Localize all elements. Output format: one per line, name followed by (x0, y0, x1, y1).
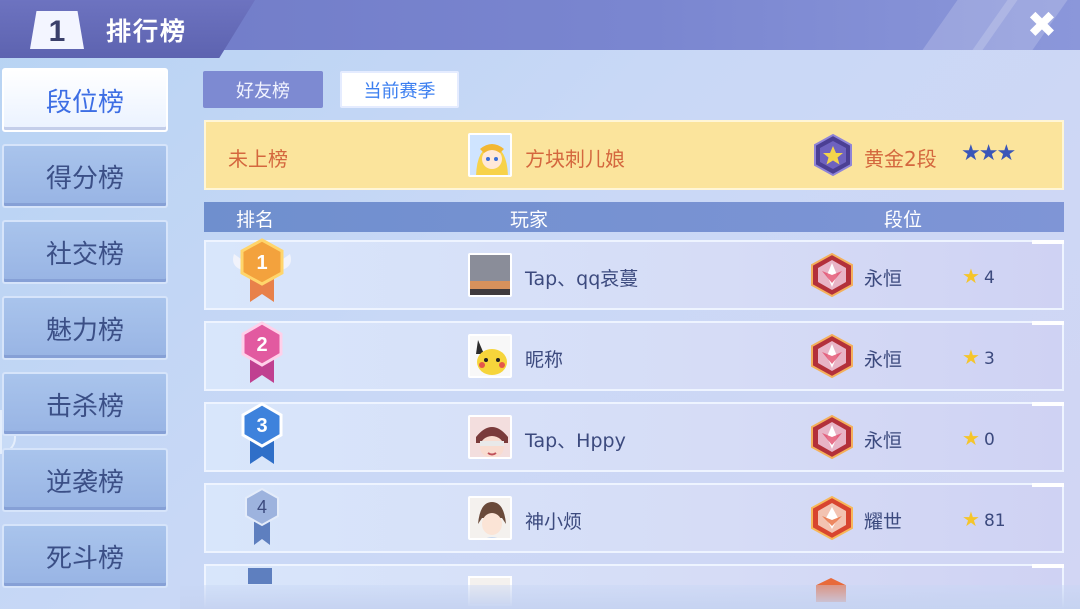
medal-number: 3 (256, 415, 267, 437)
avatar[interactable] (468, 496, 512, 540)
player-name: Tap、Hppy (525, 430, 626, 452)
eternal-tier-icon (811, 415, 853, 459)
sidebar-item-score[interactable]: 得分榜 (2, 144, 168, 208)
column-header: 排名 玩家 段位 (204, 202, 1064, 232)
star-icon: ★ (962, 264, 980, 288)
tab-current-season[interactable]: 当前赛季 (340, 71, 459, 108)
sidebar-item-charm[interactable]: 魅力榜 (2, 296, 168, 360)
page-title: 排行榜 (106, 17, 188, 46)
tier-name: 永恒 (864, 349, 903, 371)
tier-name: 永恒 (864, 430, 903, 452)
tab-friends[interactable]: 好友榜 (203, 71, 323, 108)
bronze-rank-medal-icon: 3 (241, 402, 283, 464)
anime-girl-avatar-icon (470, 135, 510, 175)
player-name: 神小烦 (525, 511, 583, 533)
anime-boy-avatar-icon (470, 498, 510, 538)
star-icon: ★ (962, 426, 980, 450)
avatar[interactable] (468, 334, 512, 378)
eternal-tier-icon (811, 253, 853, 297)
cartoon-avatar-icon (470, 417, 510, 457)
leaderboard-row[interactable]: 1 Tap、qq哀蔓 永恒 ★ 4 (204, 238, 1064, 310)
sidebar-item-social[interactable]: 社交榜 (2, 220, 168, 284)
row-corner (1032, 564, 1064, 568)
my-tier-name: 黄金2段 (864, 147, 937, 171)
gold-tier-icon (814, 133, 852, 177)
my-stars: ★★★ (961, 141, 1016, 166)
star-value: 0 (983, 430, 995, 450)
star-icon: ★ (962, 507, 980, 531)
row-corner (1032, 321, 1064, 325)
sidebar-item-kills[interactable]: 击杀榜 (2, 372, 168, 436)
star-value: 81 (983, 511, 1006, 531)
sidebar-item-rank[interactable]: 段位榜 (2, 68, 168, 132)
my-rank-row: 未上榜 方块刺儿娘 黄金2段 ★★★ (204, 120, 1064, 190)
avatar[interactable] (468, 133, 512, 177)
rank-ribbon-icon: 4 (245, 487, 279, 545)
star-value: 4 (983, 268, 995, 288)
my-player-name: 方块刺儿娘 (525, 147, 625, 171)
tier-name: 耀世 (864, 511, 903, 533)
sidebar-item-comeback[interactable]: 逆袭榜 (2, 448, 168, 512)
medal-number: 1 (256, 252, 267, 274)
star-count: ★ 4 (962, 264, 995, 288)
star-count: ★ 3 (962, 345, 995, 369)
medal-number: 2 (256, 334, 267, 356)
leaderboard-row[interactable]: 4 神小烦 耀世 ★ 81 (204, 483, 1064, 553)
close-button[interactable]: ✖ (1020, 4, 1064, 46)
tier-name: 永恒 (864, 268, 903, 290)
column-player: 玩家 (510, 209, 549, 231)
glory-tier-icon (811, 496, 853, 540)
player-name: Tap、qq哀蔓 (525, 268, 639, 290)
row-corner (1032, 483, 1064, 487)
silver-rank-medal-icon: 2 (241, 321, 283, 383)
column-tier: 段位 (884, 209, 923, 231)
leaderboard-badge-icon: 1 (30, 11, 84, 49)
badge-number: 1 (48, 15, 66, 48)
row-corner (1032, 240, 1064, 244)
row-corner (1032, 402, 1064, 406)
sidebar-item-deathmatch[interactable]: 死斗榜 (2, 524, 168, 588)
column-rank: 排名 (236, 209, 275, 231)
avatar[interactable] (468, 253, 512, 297)
rank-ribbon-icon (248, 568, 272, 584)
my-rank-status: 未上榜 (228, 147, 288, 171)
title-tab: 1 排行榜 (0, 0, 255, 58)
sunset-avatar-icon (470, 255, 510, 295)
pikachu-avatar-icon (470, 336, 510, 376)
star-icon: ★ (962, 345, 980, 369)
player-name: 昵称 (525, 349, 564, 371)
bottom-fade (180, 585, 1080, 609)
eternal-tier-icon (811, 334, 853, 378)
leaderboard-row[interactable]: 3 Tap、Hppy 永恒 ★ 0 (204, 402, 1064, 472)
medal-number: 4 (257, 497, 267, 517)
star-count: ★ 0 (962, 426, 995, 450)
star-value: 3 (983, 349, 995, 369)
gold-rank-medal-icon: 1 (233, 238, 291, 302)
avatar[interactable] (468, 415, 512, 459)
star-count: ★ 81 (962, 507, 1006, 531)
leaderboard-row[interactable]: 2 昵称 永恒 ★ 3 (204, 321, 1064, 391)
